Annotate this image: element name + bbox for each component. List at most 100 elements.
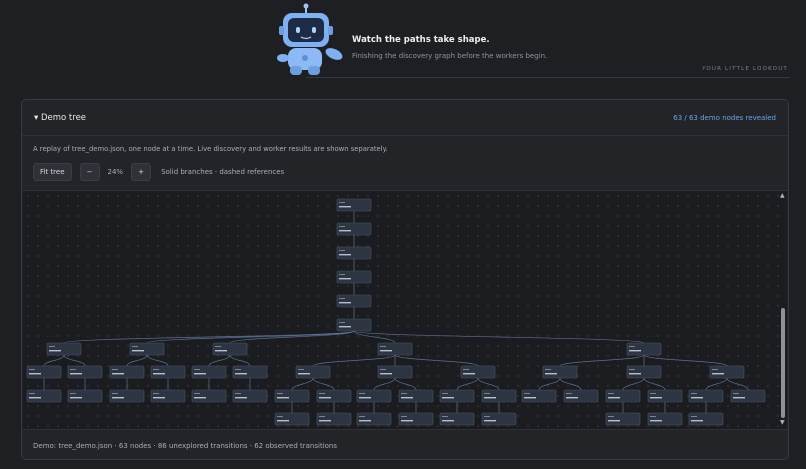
tree-node[interactable] — [336, 222, 372, 236]
tree-node[interactable] — [232, 389, 268, 403]
tree-edge — [146, 330, 355, 344]
tree-node[interactable] — [460, 365, 496, 379]
tree-node[interactable] — [191, 365, 227, 379]
hero-subtitle: Finishing the discovery graph before the… — [352, 52, 548, 60]
tree-edge — [353, 330, 396, 344]
tree-edge — [643, 354, 728, 367]
tree-edge — [643, 377, 666, 391]
tree-node[interactable] — [521, 389, 557, 403]
tree-edge — [312, 377, 335, 391]
tree-edge — [726, 377, 749, 391]
tree-node[interactable] — [688, 412, 724, 426]
tree-edge — [538, 377, 561, 391]
tree-nodes — [26, 198, 766, 426]
tree-node[interactable] — [150, 389, 186, 403]
tree-node[interactable] — [336, 294, 372, 308]
panel-title-toggle[interactable]: ▾ Demo tree — [34, 113, 86, 123]
tree-edge — [208, 354, 231, 367]
hero-tagline: YOUR LITTLE LOOKOUT — [702, 66, 788, 72]
tree-edge — [559, 354, 645, 367]
tree-node[interactable] — [26, 389, 62, 403]
tree-node[interactable] — [336, 246, 372, 260]
tree-node[interactable] — [274, 412, 310, 426]
vertical-scrollbar[interactable]: ▲ ▼ — [778, 192, 788, 426]
tree-edge — [126, 354, 148, 367]
tree-node[interactable] — [439, 412, 475, 426]
robot-mascot-icon — [277, 3, 343, 75]
tree-node[interactable] — [316, 412, 352, 426]
tree-node[interactable] — [316, 389, 352, 403]
tree-node[interactable] — [150, 365, 186, 379]
tree-node[interactable] — [26, 365, 62, 379]
tree-node[interactable] — [398, 389, 434, 403]
tree-node[interactable] — [605, 389, 641, 403]
tree-node[interactable] — [709, 365, 745, 379]
tree-edge — [63, 354, 86, 367]
tree-edge — [394, 377, 417, 391]
tree-edge — [312, 354, 396, 367]
tree-node[interactable] — [191, 389, 227, 403]
edge-legend: Solid branches · dashed references — [161, 168, 285, 176]
tree-node[interactable] — [730, 389, 766, 403]
tree-graph[interactable] — [23, 191, 787, 431]
tree-edges — [43, 211, 749, 413]
fit-tree-button[interactable]: Fit tree — [33, 163, 72, 181]
tree-node[interactable] — [274, 389, 310, 403]
tree-node[interactable] — [356, 389, 392, 403]
tree-edge — [43, 354, 65, 367]
scrollbar-thumb[interactable] — [781, 308, 785, 418]
tree-node[interactable] — [212, 342, 248, 356]
zoom-in-button[interactable]: + — [131, 163, 152, 181]
tree-node[interactable] — [46, 342, 82, 356]
tree-edge — [394, 354, 479, 367]
tree-node[interactable] — [647, 389, 683, 403]
tree-node[interactable] — [336, 270, 372, 284]
tree-edge — [622, 377, 645, 391]
tree-node[interactable] — [481, 389, 517, 403]
tree-node[interactable] — [356, 412, 392, 426]
tree-edge — [705, 377, 728, 391]
zoom-level: 24% — [107, 168, 124, 176]
tree-node[interactable] — [647, 412, 683, 426]
tree-node[interactable] — [439, 389, 475, 403]
tree-node[interactable] — [481, 412, 517, 426]
panel-description: A replay of tree_demo.json, one node at … — [33, 145, 388, 153]
tree-node[interactable] — [109, 389, 145, 403]
tree-node[interactable] — [336, 318, 372, 332]
tree-node[interactable] — [232, 365, 268, 379]
panel-footer: Demo: tree_demo.json · 63 nodes · 86 une… — [33, 442, 338, 450]
tree-node[interactable] — [605, 412, 641, 426]
tree-node[interactable] — [626, 342, 662, 356]
tree-node[interactable] — [688, 389, 724, 403]
tree-node[interactable] — [67, 365, 103, 379]
tree-node[interactable] — [129, 342, 165, 356]
tree-edge — [63, 330, 355, 344]
tree-edge — [146, 354, 169, 367]
demo-tree-panel: ▾ Demo tree 63 / 63 demo nodes revealed … — [21, 99, 789, 460]
tree-node[interactable] — [626, 365, 662, 379]
tree-node[interactable] — [542, 365, 578, 379]
tree-controls: Fit tree − 24% + Solid branches · dashed… — [33, 163, 284, 181]
tree-node[interactable] — [67, 389, 103, 403]
tree-edge — [559, 377, 582, 391]
revealed-count: 63 / 63 demo nodes revealed — [673, 114, 776, 122]
triangle-down-icon[interactable]: ▼ — [780, 419, 785, 426]
tree-node[interactable] — [336, 198, 372, 212]
panel-header[interactable]: ▾ Demo tree 63 / 63 demo nodes revealed — [22, 100, 788, 136]
tree-edge — [477, 377, 500, 391]
zoom-out-button[interactable]: − — [79, 163, 100, 181]
tree-node[interactable] — [109, 365, 145, 379]
hero-divider — [306, 77, 790, 78]
tree-node[interactable] — [563, 389, 599, 403]
tree-edge — [229, 354, 251, 367]
tree-node[interactable] — [398, 412, 434, 426]
tree-canvas[interactable] — [23, 190, 787, 430]
triangle-up-icon[interactable]: ▲ — [780, 192, 785, 199]
tree-node[interactable] — [377, 342, 413, 356]
hero-title: Watch the paths take shape. — [352, 35, 490, 45]
tree-node[interactable] — [295, 365, 331, 379]
tree-node[interactable] — [377, 365, 413, 379]
tree-edge — [291, 377, 314, 391]
tree-edge — [456, 377, 479, 391]
tree-edge — [373, 377, 396, 391]
